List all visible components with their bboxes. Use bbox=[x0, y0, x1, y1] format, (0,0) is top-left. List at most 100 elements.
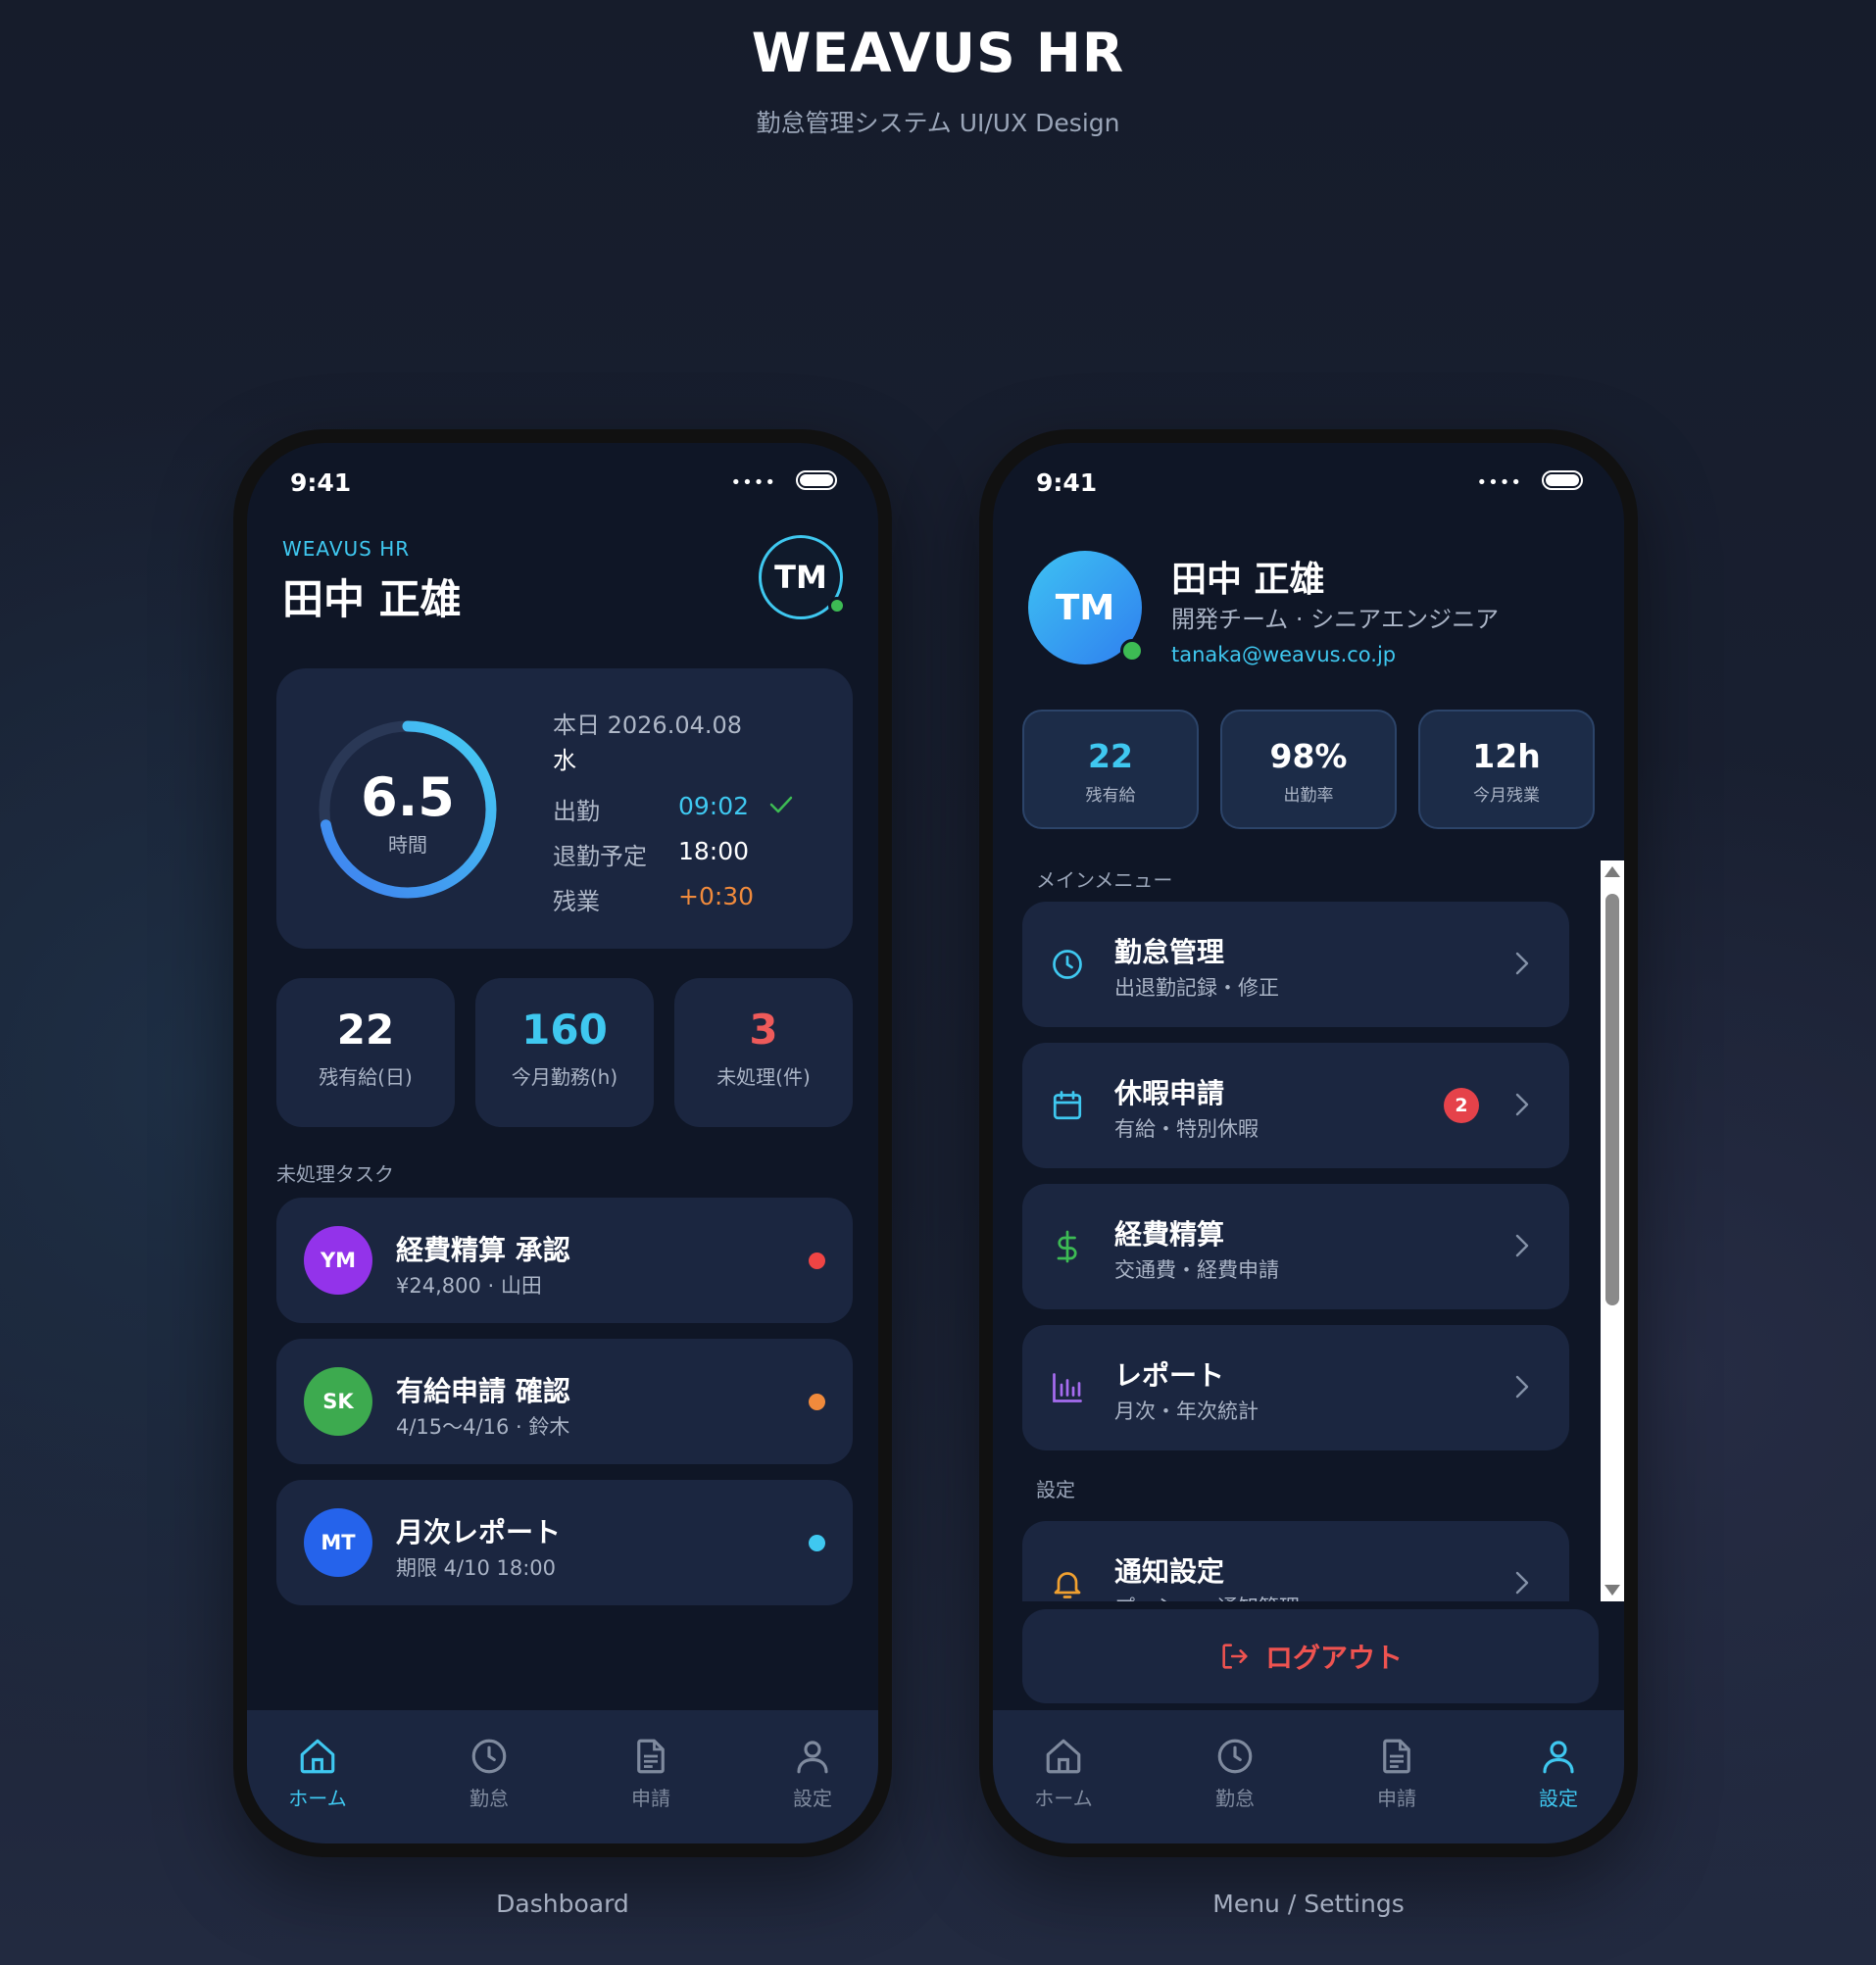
today-date: 本日 2026.04.08 bbox=[553, 712, 743, 739]
home-icon bbox=[1046, 1739, 1081, 1774]
task-subtitle: 4/15〜4/16 · 鈴木 bbox=[396, 1415, 570, 1439]
menu-item-subtitle: 出退勤記録・修正 bbox=[1114, 976, 1279, 1000]
dashboard-phone-frame: 9:41 •••• WEAVUS HR 田中 正雄 TM 6.5 時間 本日 2… bbox=[233, 429, 892, 1857]
profile-avatar[interactable]: TM bbox=[1028, 551, 1144, 664]
bottom-nav: ホーム 勤怠 申請 設定 bbox=[247, 1710, 878, 1843]
profile-name: 田中 正雄 bbox=[1171, 560, 1325, 600]
overtime-value: +0:30 bbox=[678, 882, 755, 910]
stat-card-pending[interactable]: 3 未処理(件) bbox=[674, 978, 853, 1127]
mini-stat-label: 残有給 bbox=[1085, 786, 1136, 806]
menu-item-attendance[interactable]: 勤怠管理 出退勤記録・修正 bbox=[1022, 902, 1569, 1027]
profile-email[interactable]: tanaka@weavus.co.jp bbox=[1171, 643, 1396, 666]
task-status-dot bbox=[809, 1394, 825, 1410]
profile-role: 開発チーム · シニアエンジニア bbox=[1171, 606, 1500, 633]
settings-screen: 9:41 •••• TM 田中 正雄 開発チーム · シニアエンジニア tana… bbox=[993, 443, 1624, 1843]
mini-stat-paid-leave[interactable]: 22 残有給 bbox=[1022, 710, 1199, 829]
page-subtitle: 勤怠管理システム UI/UX Design bbox=[756, 109, 1120, 137]
mini-stat-overtime[interactable]: 12h 今月残業 bbox=[1418, 710, 1595, 829]
signal-icon: •••• bbox=[1476, 472, 1522, 493]
nav-tab-requests[interactable]: 申請 bbox=[1343, 1736, 1451, 1811]
stat-card-paid-leave[interactable]: 22 残有給(日) bbox=[276, 978, 455, 1127]
settings-caption: Menu / Settings bbox=[1212, 1890, 1405, 1918]
menu-item-notifications[interactable]: 通知設定 プッシュ・通知管理 bbox=[1022, 1521, 1569, 1601]
page-title: WEAVUS HR bbox=[751, 22, 1125, 84]
bottom-nav: ホーム 勤怠 申請 設定 bbox=[993, 1710, 1624, 1843]
chevron-right-icon bbox=[1515, 1093, 1529, 1116]
task-title: 月次レポート bbox=[396, 1516, 562, 1548]
today-weekday: 水 bbox=[553, 747, 576, 774]
nav-tab-settings[interactable]: 設定 bbox=[1505, 1736, 1612, 1811]
task-avatar: SK bbox=[304, 1367, 372, 1436]
status-time: 9:41 bbox=[1036, 468, 1098, 497]
menu-scrollbar[interactable] bbox=[1601, 860, 1624, 1601]
menu-item-title: レポート bbox=[1114, 1359, 1225, 1392]
menu-item-leave[interactable]: 休暇申請 有給・特別休暇 2 bbox=[1022, 1043, 1569, 1168]
settings-heading: 設定 bbox=[1036, 1478, 1075, 1501]
check-icon bbox=[769, 796, 793, 813]
today-summary-card[interactable]: 6.5 時間 本日 2026.04.08 水 出勤 09:02 退勤予定 18:… bbox=[276, 668, 853, 949]
nav-label: 設定 bbox=[1539, 1787, 1578, 1810]
menu-item-expenses[interactable]: 経費精算 交通費・経費申請 bbox=[1022, 1184, 1569, 1309]
menu-item-title: 経費精算 bbox=[1114, 1218, 1225, 1251]
settings-phone-frame: 9:41 •••• TM 田中 正雄 開発チーム · シニアエンジニア tana… bbox=[979, 429, 1638, 1857]
chevron-right-icon bbox=[1515, 1234, 1529, 1257]
hours-value: 6.5 bbox=[361, 766, 455, 828]
nav-tab-attendance[interactable]: 勤怠 bbox=[435, 1736, 543, 1811]
menu-item-subtitle: プッシュ・通知管理 bbox=[1114, 1592, 1300, 1601]
avatar-initials: TM bbox=[774, 559, 827, 596]
brand-label: WEAVUS HR bbox=[282, 537, 411, 561]
online-status-dot bbox=[828, 597, 846, 614]
clock-icon bbox=[471, 1739, 507, 1774]
nav-tab-attendance[interactable]: 勤怠 bbox=[1181, 1736, 1289, 1811]
user-icon bbox=[797, 1741, 828, 1774]
menu-item-reports[interactable]: レポート 月次・年次統計 bbox=[1022, 1325, 1569, 1450]
dashboard-caption: Dashboard bbox=[496, 1890, 629, 1918]
nav-label: 勤怠 bbox=[1215, 1787, 1255, 1810]
stat-label: 今月勤務(h) bbox=[511, 1065, 618, 1089]
notification-badge: 2 bbox=[1444, 1088, 1479, 1123]
mini-stat-label: 出勤率 bbox=[1283, 786, 1334, 806]
task-avatar: MT bbox=[304, 1508, 372, 1577]
stat-card-monthly-hours[interactable]: 160 今月勤務(h) bbox=[475, 978, 654, 1127]
nav-tab-home[interactable]: ホーム bbox=[1010, 1736, 1117, 1811]
battery-icon bbox=[796, 470, 837, 490]
stat-value: 3 bbox=[749, 1006, 778, 1054]
hours-label: 時間 bbox=[388, 833, 427, 857]
clock-in-label: 出勤 bbox=[553, 798, 600, 825]
clock-in-value: 09:02 bbox=[678, 792, 750, 820]
clock-icon bbox=[1217, 1739, 1253, 1774]
user-icon bbox=[1543, 1741, 1574, 1774]
task-item[interactable]: MT 月次レポート 期限 4/10 18:00 bbox=[276, 1480, 853, 1605]
avatar[interactable]: TM bbox=[759, 535, 846, 619]
clock-out-label: 退勤予定 bbox=[553, 843, 647, 870]
nav-tab-settings[interactable]: 設定 bbox=[759, 1736, 866, 1811]
nav-tab-home[interactable]: ホーム bbox=[264, 1736, 371, 1811]
bar-chart-icon bbox=[1053, 1373, 1082, 1402]
menu-scroll-area[interactable]: メインメニュー 勤怠管理 出退勤記録・修正 休暇申請 有給・特別休暇 2 経費精… bbox=[993, 860, 1624, 1601]
stat-label: 未処理(件) bbox=[716, 1065, 811, 1089]
stat-value: 160 bbox=[521, 1006, 608, 1054]
signal-icon: •••• bbox=[730, 472, 776, 493]
menu-item-title: 通知設定 bbox=[1114, 1555, 1225, 1588]
chevron-right-icon bbox=[1515, 1571, 1529, 1595]
task-item[interactable]: SK 有給申請 確認 4/15〜4/16 · 鈴木 bbox=[276, 1339, 853, 1464]
menu-item-title: 休暇申請 bbox=[1114, 1077, 1225, 1109]
overtime-label: 残業 bbox=[553, 888, 600, 915]
bell-icon bbox=[1054, 1572, 1081, 1598]
menu-item-subtitle: 有給・特別休暇 bbox=[1114, 1117, 1259, 1141]
mini-stat-attendance-rate[interactable]: 98% 出勤率 bbox=[1220, 710, 1397, 829]
nav-tab-requests[interactable]: 申請 bbox=[597, 1736, 705, 1811]
dashboard-screen: 9:41 •••• WEAVUS HR 田中 正雄 TM 6.5 時間 本日 2… bbox=[247, 443, 878, 1843]
nav-label: 申請 bbox=[631, 1787, 670, 1810]
user-name: 田中 正雄 bbox=[282, 575, 462, 623]
pending-tasks-heading: 未処理タスク bbox=[276, 1162, 394, 1186]
chevron-right-icon bbox=[1515, 952, 1529, 975]
task-item[interactable]: YM 経費精算 承認 ¥24,800 · 山田 bbox=[276, 1198, 853, 1323]
logout-icon bbox=[1222, 1644, 1248, 1669]
menu-item-subtitle: 交通費・経費申請 bbox=[1114, 1258, 1279, 1282]
scroll-down-icon[interactable] bbox=[1604, 1585, 1620, 1596]
scroll-thumb[interactable] bbox=[1605, 894, 1619, 1305]
scroll-up-icon[interactable] bbox=[1604, 866, 1620, 877]
logout-button[interactable]: ログアウト bbox=[1022, 1609, 1599, 1703]
mini-stat-value: 98% bbox=[1269, 737, 1348, 775]
